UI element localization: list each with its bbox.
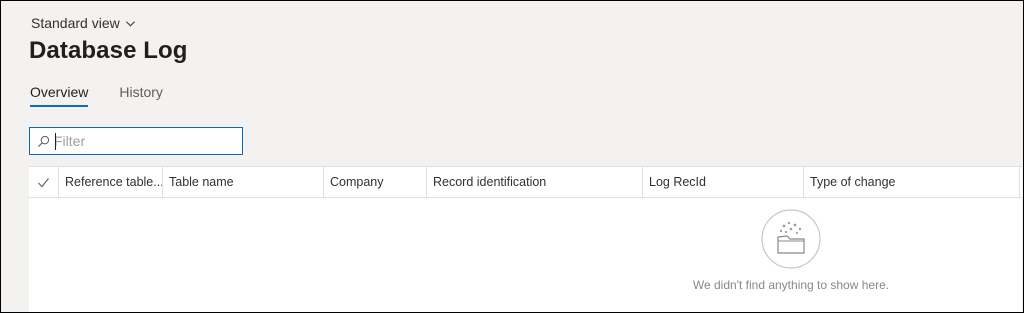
empty-folder-icon [761,209,821,269]
data-grid: Reference table... Table name Company Re… [29,166,1022,312]
checkmark-icon [38,177,49,187]
page-title: Database Log [29,37,188,64]
column-header-record-identification[interactable]: Record identification [427,167,643,197]
column-header-company[interactable]: Company [324,167,427,197]
chevron-down-icon [125,20,135,27]
text-cursor [55,133,56,150]
search-icon [37,135,50,147]
column-header-table-name[interactable]: Table name [163,167,324,197]
empty-state: We didn't find anything to show here. [661,208,921,292]
column-header-type-of-change[interactable]: Type of change [804,167,1020,197]
column-header-reference-table[interactable]: Reference table... [59,167,163,197]
tab-overview[interactable]: Overview [30,84,89,107]
column-header-log-recid[interactable]: Log RecId [643,167,804,197]
app-frame: Standard view Database Log Overview Hist… [0,0,1024,313]
view-selector[interactable]: Standard view [31,15,136,31]
tab-bar: Overview History [30,84,194,107]
view-selector-label: Standard view [31,15,120,31]
grid-header: Reference table... Table name Company Re… [29,167,1022,198]
tab-history[interactable]: History [119,84,163,107]
select-all-checkbox[interactable] [29,167,59,197]
filter-box[interactable] [29,127,243,155]
filter-input[interactable] [54,133,234,149]
empty-message: We didn't find anything to show here. [692,278,890,292]
